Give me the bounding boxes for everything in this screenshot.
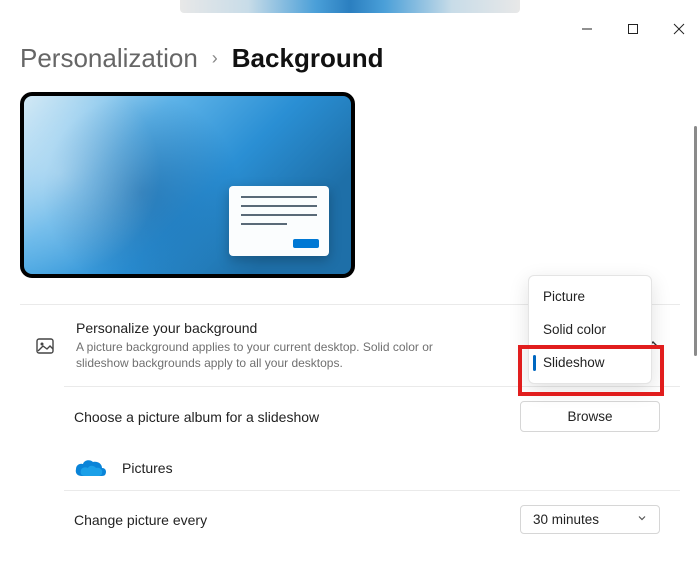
setting-title: Choose a picture album for a slideshow — [74, 409, 319, 425]
window-top-edge — [180, 0, 520, 13]
window-controls — [578, 20, 688, 38]
minimize-icon[interactable] — [578, 20, 596, 38]
breadcrumb-parent[interactable]: Personalization — [20, 43, 198, 74]
page-title: Background — [232, 43, 384, 74]
setting-title: Change picture every — [74, 512, 207, 528]
background-type-dropdown: Picture Solid color Slideshow — [528, 275, 652, 384]
interval-value: 30 minutes — [533, 512, 599, 527]
scrollbar[interactable] — [694, 126, 697, 356]
interval-dropdown[interactable]: 30 minutes — [520, 505, 660, 534]
browse-button[interactable]: Browse — [520, 401, 660, 432]
setting-change-interval: Change picture every 30 minutes — [64, 490, 680, 548]
picture-icon — [30, 336, 60, 356]
chevron-right-icon: › — [212, 48, 218, 69]
chevron-down-icon — [637, 513, 647, 526]
preview-sample-window — [229, 186, 329, 256]
maximize-icon[interactable] — [624, 20, 642, 38]
dropdown-option-slideshow[interactable]: Slideshow — [529, 346, 651, 379]
setting-description: A picture background applies to your cur… — [76, 339, 446, 371]
dropdown-option-solid-color[interactable]: Solid color — [529, 313, 651, 346]
album-folder-name: Pictures — [122, 460, 173, 476]
setting-choose-album: Choose a picture album for a slideshow B… — [64, 386, 680, 446]
onedrive-icon — [74, 458, 106, 478]
dropdown-option-picture[interactable]: Picture — [529, 280, 651, 313]
close-icon[interactable] — [670, 20, 688, 38]
background-preview — [20, 92, 355, 278]
album-folder-row[interactable]: Pictures — [64, 446, 680, 490]
